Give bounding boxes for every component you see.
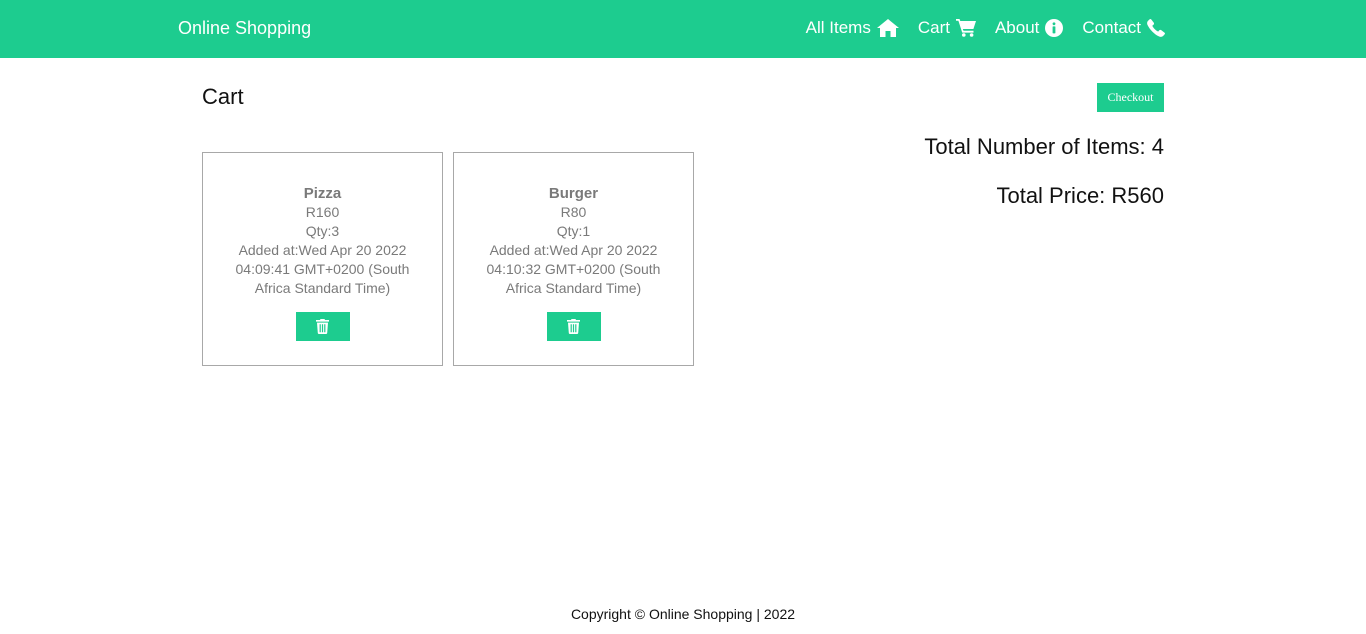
item-qty: Qty:1 bbox=[556, 223, 591, 239]
item-added-at: Added at:Wed Apr 20 2022 04:09:41 GMT+02… bbox=[235, 242, 410, 296]
item-added-at: Added at:Wed Apr 20 2022 04:10:32 GMT+02… bbox=[486, 242, 661, 296]
item-price: R80 bbox=[560, 204, 587, 220]
delete-item-button[interactable] bbox=[546, 312, 601, 341]
nav-item-about[interactable]: About bbox=[994, 18, 1064, 38]
nav-item-label: Cart bbox=[917, 18, 950, 37]
nav-item-label: Contact bbox=[1082, 18, 1141, 37]
info-icon bbox=[1045, 19, 1064, 37]
total-price: Total Price: R560 bbox=[996, 183, 1164, 208]
nav-item-contact[interactable]: Contact bbox=[1082, 18, 1165, 38]
item-name: Pizza bbox=[303, 185, 342, 202]
nav-menu: All Items Cart About Contact bbox=[806, 16, 1165, 40]
phone-icon bbox=[1147, 19, 1165, 37]
trash-icon bbox=[567, 319, 580, 334]
home-icon bbox=[876, 19, 899, 37]
cart-items-list: Pizza R160 Qty:3 Added at:Wed Apr 20 202… bbox=[202, 152, 694, 366]
nav-item-all-items[interactable]: All Items bbox=[806, 18, 899, 38]
total-items: Total Number of Items: 4 bbox=[924, 134, 1164, 159]
nav-item-label: All Items bbox=[805, 18, 871, 37]
item-price: R160 bbox=[305, 204, 340, 220]
trash-icon bbox=[316, 319, 329, 334]
cart-item-card: Burger R80 Qty:1 Added at:Wed Apr 20 202… bbox=[453, 152, 694, 366]
nav-item-cart[interactable]: Cart bbox=[918, 18, 976, 38]
nav-item-label: About bbox=[994, 18, 1040, 37]
delete-item-button[interactable] bbox=[295, 312, 350, 341]
page-title: Cart bbox=[202, 84, 244, 109]
brand-link[interactable]: Online Shopping bbox=[178, 17, 311, 39]
navbar: Online Shopping All Items Cart About Con… bbox=[0, 0, 1366, 58]
item-qty: Qty:3 bbox=[305, 223, 340, 239]
footer-copyright: Copyright © Online Shopping | 2022 bbox=[570, 606, 796, 622]
cart-icon bbox=[955, 19, 976, 37]
cart-item-card: Pizza R160 Qty:3 Added at:Wed Apr 20 202… bbox=[202, 152, 443, 366]
item-name: Burger bbox=[548, 185, 599, 202]
cart-summary: Total Number of Items: 4 Total Price: R5… bbox=[924, 134, 1164, 209]
checkout-button[interactable]: Checkout bbox=[1097, 83, 1164, 112]
